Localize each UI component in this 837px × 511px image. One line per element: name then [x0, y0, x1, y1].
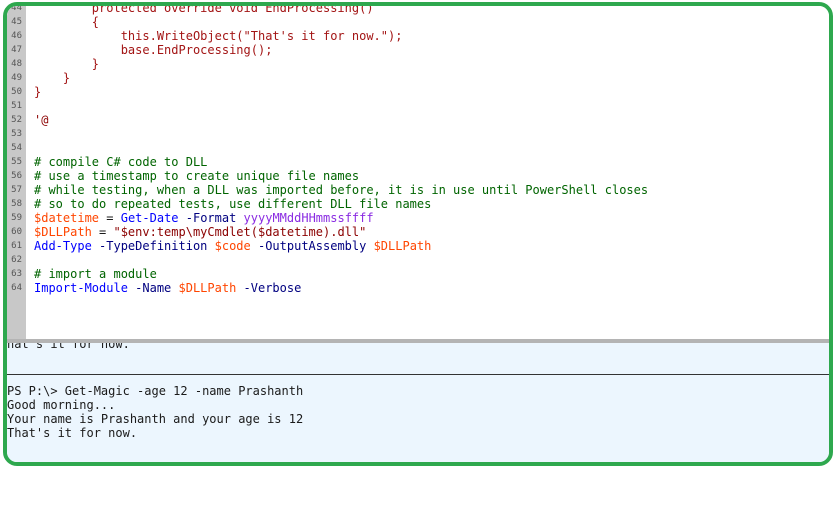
code-token: =	[99, 211, 121, 225]
code-line: 59 $datetime = Get-Date -Format yyyyMMddH…	[7, 211, 829, 225]
code-token: # so to do repeated tests, use different…	[34, 197, 432, 211]
code-line: 49 }	[7, 71, 829, 85]
code-line: 58 # so to do repeated tests, use differe…	[7, 197, 829, 211]
code-token: $DLLPath	[178, 281, 237, 295]
code-text: Add-Type -TypeDefinition $code -OutputAs…	[34, 239, 431, 253]
script-editor-pane[interactable]: 44 protected override void EndProcessing…	[7, 6, 829, 339]
code-line: 45 {	[7, 15, 829, 29]
code-line: 55 # compile C# code to DLL	[7, 155, 829, 169]
line-number: 47	[11, 45, 22, 55]
code-text: base.EndProcessing();	[34, 43, 273, 57]
code-text: protected override void EndProcessing()	[34, 6, 374, 15]
code-text: '@	[34, 113, 48, 127]
code-token: -Format	[178, 211, 244, 225]
line-number: 62	[11, 255, 22, 265]
code-token: protected override void EndProcessing()	[34, 6, 374, 15]
console-divider	[7, 374, 829, 375]
line-number: 59	[11, 213, 22, 223]
code-token: =	[91, 225, 114, 239]
code-token: # use a timestamp to create unique file …	[34, 169, 360, 183]
code-token: yyyyMMddHHmmssffff	[243, 211, 374, 225]
code-text: # import a module	[34, 267, 157, 281]
code-line: 47 base.EndProcessing();	[7, 43, 829, 57]
line-number: 51	[11, 101, 22, 111]
code-line: 61 Add-Type -TypeDefinition $code -Output…	[7, 239, 829, 253]
code-token: $code	[214, 239, 251, 253]
code-line: 60 $DLLPath = "$env:temp\myCmdlet($dateti…	[7, 225, 829, 239]
line-number: 63	[11, 269, 22, 279]
line-number: 49	[11, 73, 22, 83]
code-text: $DLLPath = "$env:temp\myCmdlet($datetime…	[34, 225, 366, 239]
code-line: 57 # while testing, when a DLL was import…	[7, 183, 829, 197]
code-token: # compile C# code to DLL	[34, 155, 208, 169]
code-line: 44 protected override void EndProcessing…	[7, 6, 829, 15]
line-number: 52	[11, 115, 22, 125]
console-command-line: PS P:\> Get-Magic -age 12 -name Prashant…	[7, 384, 304, 398]
code-token: this.WriteObject("That's it for now.");	[34, 29, 403, 43]
code-line: 48 }	[7, 57, 829, 71]
code-line: 53	[7, 127, 829, 141]
code-text: }	[34, 71, 70, 85]
line-number: 56	[11, 171, 22, 181]
code-token: }	[34, 85, 42, 99]
code-text: }	[34, 57, 99, 71]
code-line: 50}	[7, 85, 829, 99]
line-number: 61	[11, 241, 22, 251]
line-number: 48	[11, 59, 22, 69]
line-number: 45	[11, 17, 22, 27]
code-line: 46 this.WriteObject("That's it for now."…	[7, 29, 829, 43]
code-token: -TypeDefinition	[91, 239, 215, 253]
code-text: # while testing, when a DLL was imported…	[34, 183, 648, 197]
code-text: this.WriteObject("That's it for now.");	[34, 29, 403, 43]
line-number: 44	[11, 6, 22, 13]
line-number: 50	[11, 87, 22, 97]
code-text: $datetime = Get-Date -Format yyyyMMddHHm…	[34, 211, 374, 225]
line-number: 46	[11, 31, 22, 41]
code-line: 52 '@	[7, 113, 829, 127]
code-line: 51	[7, 99, 829, 113]
code-line: 56 # use a timestamp to create unique fil…	[7, 169, 829, 183]
console-pane[interactable]: hat's it for now. PS P:\> Get-Magic -age…	[7, 343, 829, 462]
console-output-line: Good morning...	[7, 398, 116, 412]
code-text: }	[34, 85, 41, 99]
code-token: $datetime	[34, 211, 100, 225]
code-line: 64 Import-Module -Name $DLLPath -Verbose	[7, 281, 829, 295]
highlight-frame: 44 protected override void EndProcessing…	[3, 2, 833, 466]
code-token: $DLLPath	[373, 239, 432, 253]
code-token: -Name	[127, 281, 179, 295]
code-line: 62	[7, 253, 829, 267]
code-token: }	[34, 57, 100, 71]
code-text: # use a timestamp to create unique file …	[34, 169, 359, 183]
code-text: Import-Module -Name $DLLPath -Verbose	[34, 281, 301, 295]
code-token: Get-Date	[120, 211, 179, 225]
code-token: {	[34, 15, 100, 29]
code-line: 63 # import a module	[7, 267, 829, 281]
line-number: 64	[11, 283, 22, 293]
console-scrolled-line: hat's it for now.	[7, 343, 130, 351]
console-output-line: That's it for now.	[7, 426, 138, 440]
code-text: # so to do repeated tests, use different…	[34, 197, 431, 211]
code-text: # compile C# code to DLL	[34, 155, 207, 169]
console-output-line: Your name is Prashanth and your age is 1…	[7, 412, 304, 426]
line-number: 60	[11, 227, 22, 237]
line-number: 57	[11, 185, 22, 195]
code-token: # import a module	[34, 267, 157, 281]
line-number: 58	[11, 199, 22, 209]
line-number: 53	[11, 129, 22, 139]
code-token: '@	[34, 113, 49, 127]
code-token: Import-Module	[34, 281, 128, 295]
code-text: {	[34, 15, 99, 29]
code-token: $DLLPath	[34, 225, 92, 239]
code-token: base.EndProcessing();	[34, 43, 273, 57]
code-token: # while testing, when a DLL was imported…	[34, 183, 649, 197]
line-number: 54	[11, 143, 22, 153]
code-token: -Verbose	[236, 281, 302, 295]
code-token: -OutputAssembly	[250, 239, 374, 253]
line-number: 55	[11, 157, 22, 167]
code-token: "$env:temp\myCmdlet($datetime).dll"	[113, 225, 367, 239]
code-line: 54	[7, 141, 829, 155]
code-token: }	[34, 71, 71, 85]
code-token: Add-Type	[34, 239, 92, 253]
